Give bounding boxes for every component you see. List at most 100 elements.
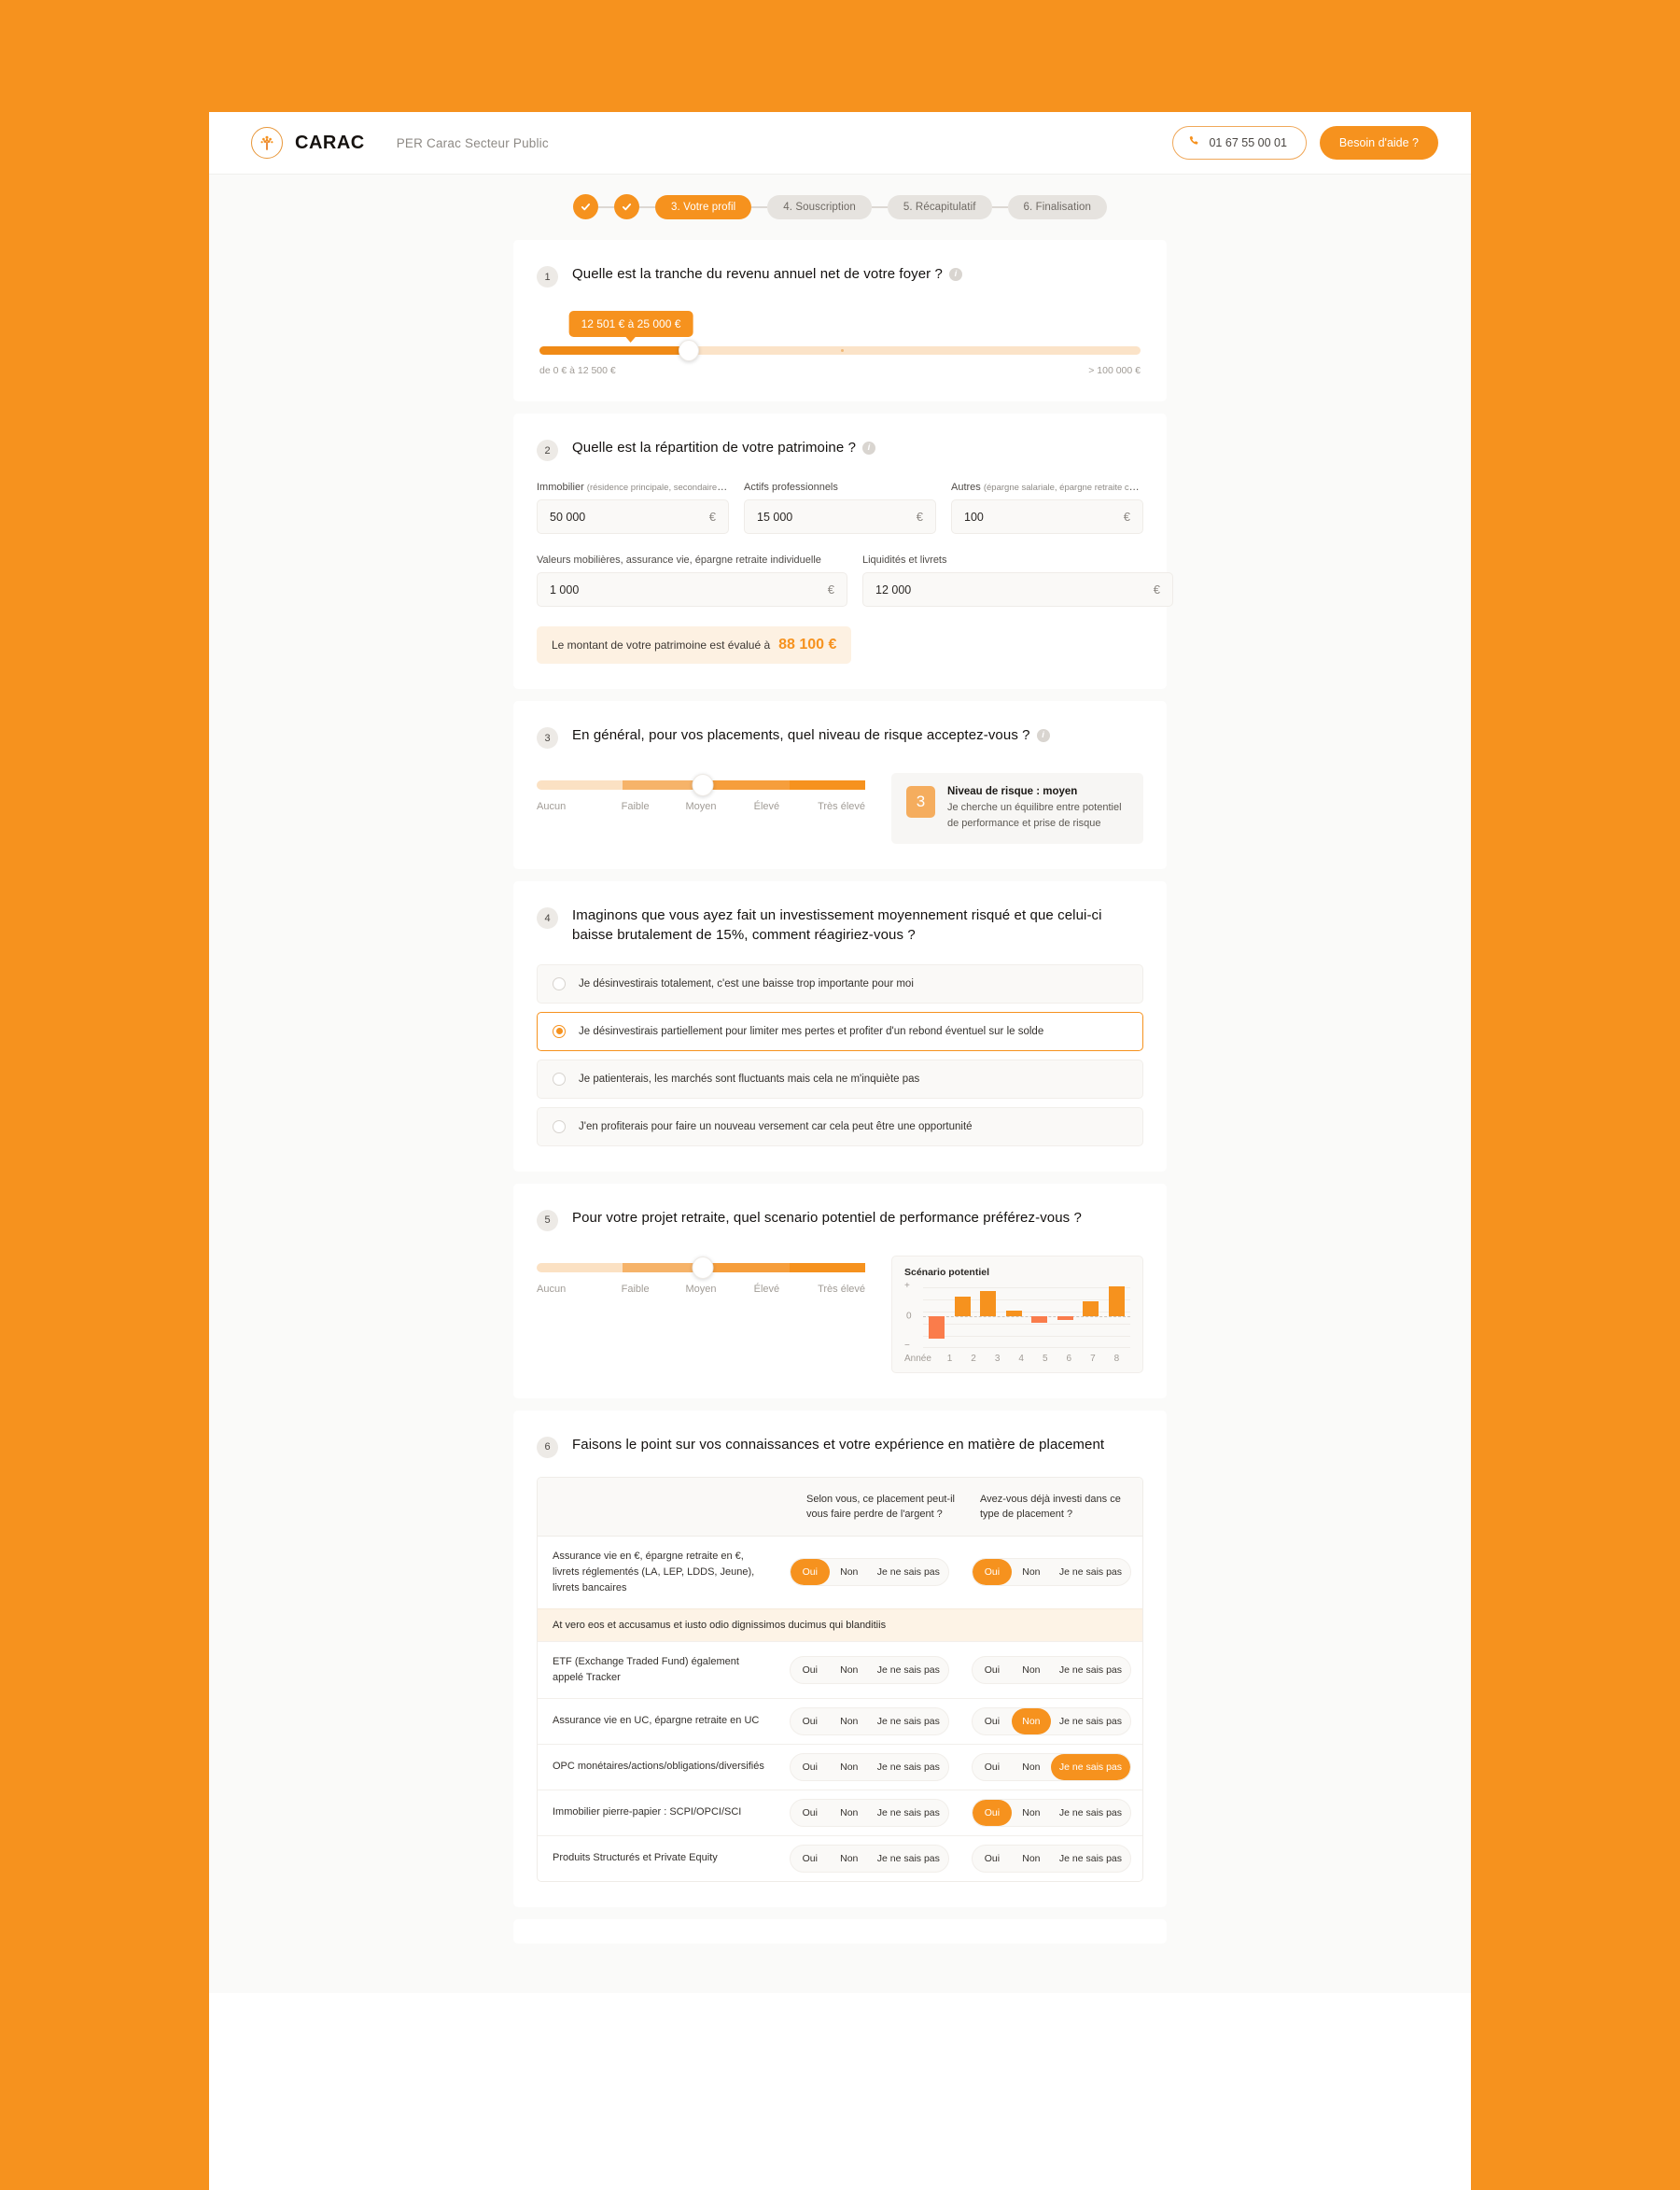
info-icon[interactable]: i xyxy=(862,441,876,455)
pill-non[interactable]: Non xyxy=(830,1708,869,1734)
info-icon[interactable]: i xyxy=(948,267,962,281)
pill-je-ne-sais-pas[interactable]: Je ne sais pas xyxy=(1050,1753,1130,1780)
pill-non[interactable]: Non xyxy=(1012,1846,1051,1872)
pill-je-ne-sais-pas[interactable]: Je ne sais pas xyxy=(1051,1846,1130,1872)
pill-group: Oui Non Je ne sais pas xyxy=(971,1706,1131,1735)
field-actifs-input[interactable]: 15 000 € xyxy=(744,499,936,534)
risk-slider[interactable] xyxy=(537,774,865,796)
income-slider[interactable] xyxy=(539,340,1141,361)
pill-oui[interactable]: Oui xyxy=(973,1846,1012,1872)
step-connector xyxy=(598,205,614,208)
chart-bar-series xyxy=(923,1284,1130,1349)
chart-ytick-minus: − xyxy=(904,1340,910,1351)
field-immobilier-input[interactable]: 50 000 € xyxy=(537,499,729,534)
question-2-header: 2 Quelle est la répartition de votre pat… xyxy=(537,438,1143,461)
info-icon[interactable]: i xyxy=(1036,728,1050,742)
pill-non[interactable]: Non xyxy=(1012,1657,1051,1683)
risk-level-info-box: 3 Niveau de risque : moyen Je cherche un… xyxy=(891,773,1143,844)
pill-oui[interactable]: Oui xyxy=(790,1559,830,1586)
income-slider-handle[interactable] xyxy=(678,340,699,361)
risk-level-badge: 3 xyxy=(906,786,935,818)
phone-number: 01 67 55 00 01 xyxy=(1209,136,1287,149)
pill-oui[interactable]: Oui xyxy=(791,1708,830,1734)
pill-oui[interactable]: Oui xyxy=(973,1708,1012,1734)
step-2-completed[interactable] xyxy=(614,194,639,219)
step-3-votre-profil[interactable]: 3. Votre profil xyxy=(655,194,752,219)
application-window: CARAC PER Carac Secteur Public 01 67 55 … xyxy=(209,112,1471,2190)
pill-je-ne-sais-pas[interactable]: Je ne sais pas xyxy=(1051,1800,1130,1826)
field-valeurs-input[interactable]: 1 000 € xyxy=(537,572,847,607)
patrimoine-total-amount: 88 100 € xyxy=(778,637,837,653)
pill-je-ne-sais-pas[interactable]: Je ne sais pas xyxy=(1051,1708,1130,1734)
pill-oui[interactable]: Oui xyxy=(791,1846,830,1872)
pill-oui[interactable]: Oui xyxy=(791,1657,830,1683)
step-6-finalisation[interactable]: 6. Finalisation xyxy=(1007,194,1107,219)
pill-non[interactable]: Non xyxy=(1011,1707,1051,1734)
pill-je-ne-sais-pas[interactable]: Je ne sais pas xyxy=(869,1846,948,1872)
pill-oui[interactable]: Oui xyxy=(791,1800,830,1826)
option-patienter[interactable]: Je patienterais, les marchés sont fluctu… xyxy=(537,1059,1143,1099)
pill-non[interactable]: Non xyxy=(1012,1754,1051,1780)
chart-y-axis: + 0 − xyxy=(904,1281,917,1351)
field-label-main: Immobilier xyxy=(537,482,584,493)
income-min-label: de 0 € à 12 500 € xyxy=(539,365,616,376)
option-desinvestir-partiellement[interactable]: Je désinvestirais partiellement pour lim… xyxy=(537,1011,1143,1051)
radio-icon xyxy=(553,1072,566,1086)
step-4-souscription[interactable]: 4. Souscription xyxy=(767,194,872,219)
pill-je-ne-sais-pas[interactable]: Je ne sais pas xyxy=(869,1800,948,1826)
field-liquidites-label: Liquidités et livrets xyxy=(862,555,1173,566)
table-row: Produits Structurés et Private Equity Ou… xyxy=(538,1836,1142,1881)
pill-group: Oui Non Je ne sais pas xyxy=(971,1844,1131,1873)
pill-non[interactable]: Non xyxy=(830,1800,869,1826)
field-liquidites-input[interactable]: 12 000 € xyxy=(862,572,1173,607)
chart-bar-year-6 xyxy=(1057,1315,1073,1320)
help-button[interactable]: Besoin d'aide ? xyxy=(1319,126,1438,160)
question-number-badge: 1 xyxy=(537,266,558,288)
scenario-slider-handle[interactable] xyxy=(692,1256,714,1279)
option-nouveau-versement[interactable]: J'en profiterais pour faire un nouveau v… xyxy=(537,1106,1143,1146)
phone-button[interactable]: 01 67 55 00 01 xyxy=(1172,126,1307,160)
step-5-recapitulatif[interactable]: 5. Récapitulatif xyxy=(887,194,992,219)
chart-bar-year-2 xyxy=(954,1296,971,1316)
pill-je-ne-sais-pas[interactable]: Je ne sais pas xyxy=(1051,1559,1130,1585)
chart-bar-slot xyxy=(980,1284,997,1349)
step-1-completed[interactable] xyxy=(573,194,598,219)
field-immobilier-label: Immobilier (résidence principale, second… xyxy=(537,482,729,493)
pill-group: Oui Non Je ne sais pas xyxy=(789,1752,949,1781)
chart-bar-slot xyxy=(1031,1284,1048,1349)
pill-je-ne-sais-pas[interactable]: Je ne sais pas xyxy=(1051,1657,1130,1683)
pill-oui[interactable]: Oui xyxy=(972,1559,1012,1586)
pill-je-ne-sais-pas[interactable]: Je ne sais pas xyxy=(869,1559,948,1585)
risk-slider-handle[interactable] xyxy=(692,774,714,796)
chart-xtick: 8 xyxy=(1113,1353,1120,1364)
brand-logo[interactable]: CARAC xyxy=(251,127,365,159)
pill-non[interactable]: Non xyxy=(1012,1800,1051,1826)
pill-oui[interactable]: Oui xyxy=(973,1657,1012,1683)
option-label: J'en profiterais pour faire un nouveau v… xyxy=(579,1120,973,1132)
pill-je-ne-sais-pas[interactable]: Je ne sais pas xyxy=(869,1657,948,1683)
pill-oui[interactable]: Oui xyxy=(972,1799,1012,1826)
pill-non[interactable]: Non xyxy=(830,1846,869,1872)
step-connector xyxy=(751,205,768,208)
question-card-2: 2 Quelle est la répartition de votre pat… xyxy=(513,414,1173,689)
scenario-segment-1 xyxy=(537,1262,623,1272)
scenario-slider[interactable] xyxy=(537,1256,865,1279)
question-number-badge: 2 xyxy=(537,440,558,461)
pill-oui[interactable]: Oui xyxy=(973,1754,1012,1780)
pill-oui[interactable]: Oui xyxy=(791,1754,830,1780)
row-1-col2-choices: Oui Non Je ne sais pas xyxy=(960,1550,1142,1594)
option-desinvestir-totalement[interactable]: Je désinvestirais totalement, c'est une … xyxy=(537,963,1143,1004)
field-autres-input[interactable]: 100 € xyxy=(951,499,1143,534)
table-row: Immobilier pierre-papier : SCPI/OPCI/SCI… xyxy=(538,1790,1142,1836)
pill-non[interactable]: Non xyxy=(830,1754,869,1780)
pill-je-ne-sais-pas[interactable]: Je ne sais pas xyxy=(869,1708,948,1734)
field-label-main: Actifs professionnels xyxy=(744,482,838,493)
pill-non[interactable]: Non xyxy=(830,1559,869,1585)
pill-non[interactable]: Non xyxy=(1012,1559,1051,1585)
step-connector xyxy=(639,205,655,208)
question-3-header: 3 En général, pour vos placements, quel … xyxy=(537,725,1143,749)
pill-je-ne-sais-pas[interactable]: Je ne sais pas xyxy=(869,1754,948,1780)
pill-non[interactable]: Non xyxy=(830,1657,869,1683)
income-slider-group: 12 501 € à 25 000 € de 0 € à 12 500 € > … xyxy=(537,311,1143,376)
radio-icon-selected xyxy=(553,1024,566,1038)
